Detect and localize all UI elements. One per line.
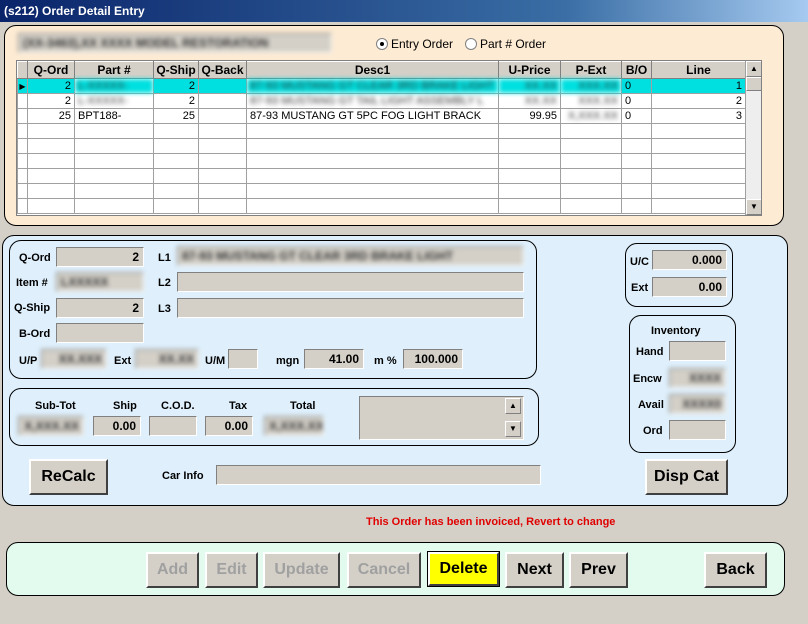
encw-label: Encw — [633, 373, 662, 385]
hand-label: Hand — [636, 346, 664, 358]
radio-on-icon — [376, 38, 388, 50]
table-row[interactable]: 25 BPT188- 25 87-93 MUSTANG GT 5PC FOG L… — [17, 108, 746, 124]
order-lines-grid[interactable]: Q-Ord Part # Q-Ship Q-Back Desc1 U-Price… — [16, 60, 762, 216]
l1-label: L1 — [158, 252, 171, 264]
ord-label: Ord — [643, 425, 663, 437]
b-ord-label: B-Ord — [19, 328, 51, 340]
scroll-thumb[interactable] — [746, 77, 761, 91]
um-label: U/M — [205, 355, 226, 367]
col-header[interactable]: B/O — [621, 61, 652, 79]
l3-field[interactable] — [177, 298, 524, 318]
col-header[interactable]: Q-Back — [198, 61, 247, 79]
col-header[interactable]: Part # — [74, 61, 154, 79]
um-field[interactable] — [228, 349, 258, 369]
table-row[interactable] — [17, 138, 746, 154]
recalc-button[interactable]: ReCalc — [29, 459, 108, 495]
col-header[interactable]: Line — [651, 61, 746, 79]
subtot-field: X,XXX.XX — [18, 416, 84, 436]
uc-ext-label: Ext — [631, 282, 649, 294]
mgn-field[interactable]: 41.00 — [304, 349, 364, 369]
q-ord-field[interactable]: 2 — [56, 247, 144, 267]
cod-field[interactable] — [149, 416, 197, 436]
b-ord-field[interactable] — [56, 323, 144, 343]
notes-scroll-up-icon[interactable]: ▲ — [505, 398, 521, 414]
l1-field[interactable]: 87-93 MUSTANG GT CLEAR 3RD BRAKE LIGHT — [177, 246, 524, 266]
encw-field: XXXX — [669, 368, 726, 388]
ship-field[interactable]: 0.00 — [93, 416, 141, 436]
cancel-button[interactable]: Cancel — [347, 552, 421, 588]
uc-ext-field[interactable]: 0.00 — [652, 277, 727, 297]
avail-field: XXXX0 — [669, 394, 726, 414]
total-label: Total — [290, 400, 316, 412]
col-header[interactable]: Q-Ord — [27, 61, 75, 79]
notes-textarea[interactable]: ▲ ▼ — [359, 396, 524, 440]
ext-field[interactable]: XX.XX — [135, 349, 199, 369]
scroll-down-icon[interactable]: ▼ — [746, 199, 761, 215]
back-button[interactable]: Back — [704, 552, 767, 588]
delete-button[interactable]: Delete — [427, 551, 500, 587]
up-label: U/P — [19, 355, 38, 367]
customer-field: (XX-3463),XX XXXX MODEL RESTORATION — [18, 33, 332, 53]
table-row[interactable] — [17, 153, 746, 169]
ext-label: Ext — [114, 355, 132, 367]
l3-label: L3 — [158, 303, 171, 315]
grid-scrollbar[interactable]: ▲ ▼ — [745, 61, 761, 215]
edit-button[interactable]: Edit — [205, 552, 258, 588]
scroll-up-icon[interactable]: ▲ — [746, 61, 761, 77]
table-row[interactable] — [17, 123, 746, 139]
subtot-label: Sub-Tot — [35, 400, 76, 412]
car-info-field[interactable] — [216, 465, 541, 485]
cod-label: C.O.D. — [161, 400, 195, 412]
q-ship-field[interactable]: 2 — [56, 298, 144, 318]
table-row[interactable]: ▶ 2 L-XXXXX- 2 87-93 MUSTANG GT CLEAR 3R… — [17, 78, 746, 94]
tax-field[interactable]: 0.00 — [205, 416, 253, 436]
table-row[interactable] — [17, 198, 746, 214]
l2-label: L2 — [158, 277, 171, 289]
next-button[interactable]: Next — [505, 552, 564, 588]
invoiced-message: This Order has been invoiced, Revert to … — [366, 516, 616, 528]
ship-label: Ship — [113, 400, 137, 412]
l2-field[interactable] — [177, 272, 524, 292]
table-row[interactable]: 2 L-XXXXX- 2 87-93 MUSTANG GT TAIL LIGHT… — [17, 93, 746, 109]
prev-button[interactable]: Prev — [569, 552, 628, 588]
disp-cat-button[interactable]: Disp Cat — [645, 459, 728, 495]
mpct-field[interactable]: 100.000 — [403, 349, 463, 369]
avail-label: Avail — [638, 399, 664, 411]
car-info-label: Car Info — [162, 470, 204, 482]
tax-label: Tax — [229, 400, 248, 412]
window-title: (s212) Order Detail Entry — [0, 0, 808, 22]
uc-field[interactable]: 0.000 — [652, 250, 727, 270]
grid-corner — [17, 61, 28, 79]
uc-label: U/C — [630, 256, 649, 268]
item-label: Item # — [16, 277, 48, 289]
notes-scroll-down-icon[interactable]: ▼ — [505, 421, 521, 437]
hand-field — [669, 341, 726, 361]
table-row[interactable] — [17, 168, 746, 184]
total-field: X,XXX.XX — [264, 416, 324, 436]
table-row[interactable] — [17, 183, 746, 199]
inventory-title: Inventory — [651, 325, 701, 337]
grid-header: Q-Ord Part # Q-Ship Q-Back Desc1 U-Price… — [17, 61, 746, 79]
col-header[interactable]: Desc1 — [246, 61, 499, 79]
q-ship-label: Q-Ship — [14, 302, 51, 314]
update-button[interactable]: Update — [263, 552, 340, 588]
part-order-radio[interactable]: Part # Order — [465, 37, 546, 51]
row-pointer-icon: ▶ — [17, 78, 28, 94]
col-header[interactable]: U-Price — [498, 61, 561, 79]
col-header[interactable]: P-Ext — [560, 61, 622, 79]
up-field[interactable]: XX.XXX — [41, 349, 107, 369]
ord-field — [669, 420, 726, 440]
mgn-label: mgn — [276, 355, 300, 367]
col-header[interactable]: Q-Ship — [153, 61, 199, 79]
mpct-label: m % — [374, 355, 397, 367]
entry-order-radio[interactable]: Entry Order — [376, 37, 453, 51]
add-button[interactable]: Add — [146, 552, 199, 588]
radio-off-icon — [465, 38, 477, 50]
q-ord-label: Q-Ord — [19, 252, 51, 264]
item-field[interactable]: LXXXXX — [56, 272, 144, 292]
